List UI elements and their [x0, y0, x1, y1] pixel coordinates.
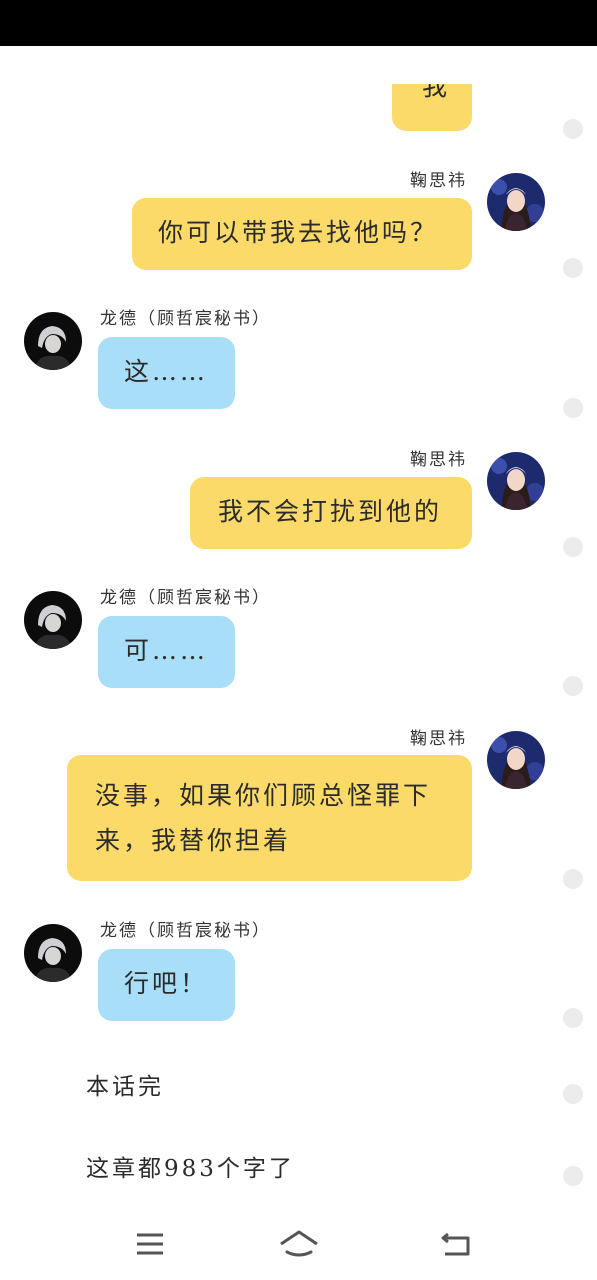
message-text-line: 来，我替你担着: [95, 826, 292, 855]
message-text: 行吧！: [124, 969, 209, 998]
back-button[interactable]: [436, 1224, 476, 1264]
message-text-line: 没事，如果你们顾总怪罪下: [95, 781, 432, 810]
word-count-note: 这章都983个字了: [86, 1156, 295, 1182]
avatar-girl[interactable]: [487, 173, 545, 231]
sender-name: 龙德（顾哲宸秘书）: [100, 309, 271, 329]
message-text: 我: [422, 84, 451, 101]
sender-name: 鞠思祎: [410, 450, 467, 470]
message-bubble[interactable]: 可……: [98, 616, 235, 688]
status-bar: [0, 0, 597, 46]
message-bubble-partial[interactable]: 我: [392, 84, 472, 131]
avatar-girl[interactable]: [487, 731, 545, 789]
select-dot[interactable]: [563, 1008, 583, 1028]
message-bubble[interactable]: 这……: [98, 337, 235, 409]
avatar-man[interactable]: [24, 591, 82, 649]
avatar-girl[interactable]: [487, 452, 545, 510]
select-dot[interactable]: [563, 398, 583, 418]
select-dot[interactable]: [563, 537, 583, 557]
select-dot[interactable]: [563, 1084, 583, 1104]
chapter-end-note: 本话完: [86, 1074, 164, 1100]
back-icon: [441, 1232, 470, 1256]
message-bubble[interactable]: 行吧！: [98, 949, 235, 1021]
sender-name: 鞠思祎: [410, 171, 467, 191]
message-text: 你可以带我去找他吗？: [158, 218, 439, 247]
message-text: 我不会打扰到他的: [218, 497, 443, 526]
select-dot[interactable]: [563, 119, 583, 139]
home-button[interactable]: [278, 1224, 320, 1264]
select-dot[interactable]: [563, 1166, 583, 1186]
message-text: 可……: [124, 636, 209, 665]
message-text: 这……: [124, 357, 209, 386]
select-dot[interactable]: [563, 869, 583, 889]
home-icon: [280, 1230, 318, 1257]
select-dot[interactable]: [563, 676, 583, 696]
chat-area[interactable]: 我 鞠思祎 你可以带我去找他吗？ 龙德（顾哲宸秘书） 这…… 鞠思祎 我不会打扰…: [0, 46, 597, 1206]
menu-icon: [137, 1233, 163, 1255]
avatar-man[interactable]: [24, 312, 82, 370]
message-bubble[interactable]: 没事，如果你们顾总怪罪下 来，我替你担着: [67, 755, 472, 881]
message-bubble[interactable]: 你可以带我去找他吗？: [132, 198, 472, 270]
menu-button[interactable]: [130, 1224, 170, 1264]
sender-name: 龙德（顾哲宸秘书）: [100, 588, 271, 608]
avatar-man[interactable]: [24, 924, 82, 982]
sender-name: 龙德（顾哲宸秘书）: [100, 921, 271, 941]
select-dot[interactable]: [563, 258, 583, 278]
sender-name: 鞠思祎: [410, 729, 467, 749]
message-bubble[interactable]: 我不会打扰到他的: [190, 477, 472, 549]
system-nav-bar: [0, 1206, 597, 1280]
